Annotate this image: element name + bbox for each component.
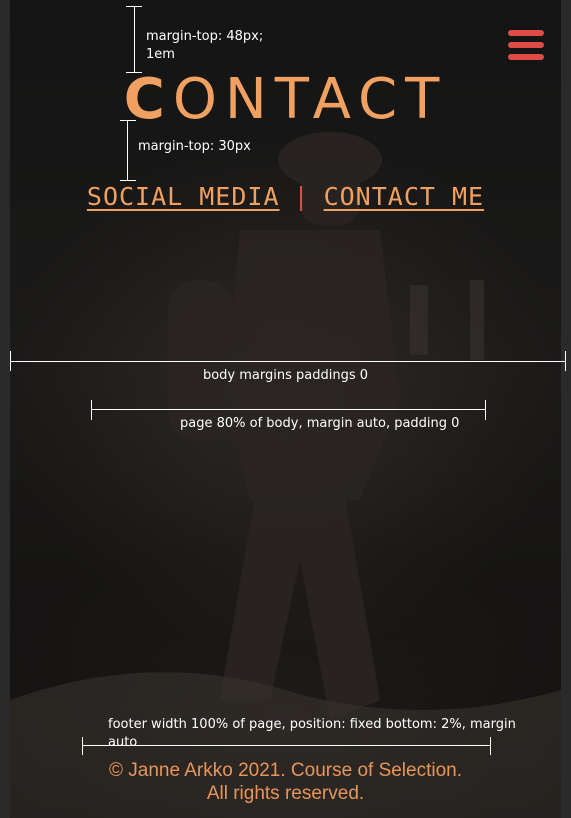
- page-width-tick-left: [91, 400, 92, 420]
- nav-separator: |: [293, 182, 310, 211]
- footer-copyright: © Janne Arkko 2021. Course of Selection.: [108, 760, 463, 781]
- nav-contact-me-link[interactable]: CONTACT ME: [324, 182, 485, 211]
- footer-note-line1: footer width 100% of page, position: fix…: [108, 717, 516, 732]
- body-width-line: [10, 361, 566, 362]
- hamburger-menu-icon[interactable]: [508, 30, 544, 60]
- page-title: CONTACT: [0, 70, 571, 130]
- footer-note-line2: auto: [108, 735, 138, 750]
- margin-top-30-tick-top: [120, 120, 136, 121]
- footer-width-tick-left: [82, 737, 83, 755]
- page-footer: © Janne Arkko 2021. Course of Selection.…: [0, 759, 571, 805]
- footer-width-line: [82, 745, 490, 746]
- page-title-rest: ONTACT: [172, 67, 448, 132]
- margin-top-48-bracket: [134, 6, 135, 72]
- section-nav: SOCIAL MEDIA | CONTACT ME: [0, 182, 571, 211]
- page-width-tick-right: [485, 400, 486, 420]
- menu-bar-bottom: [508, 54, 544, 60]
- margin-top-30-bracket: [127, 120, 128, 180]
- margin-top-48-tick-top: [126, 6, 142, 7]
- footer-rights: All rights reserved.: [206, 783, 365, 804]
- page-width-label: page 80% of body, margin auto, padding 0: [180, 416, 460, 431]
- margin-top-48-label: margin-top: 48px; 1em: [146, 29, 264, 62]
- page-title-first-letter: C: [123, 67, 173, 132]
- nav-social-media-link[interactable]: SOCIAL MEDIA: [87, 182, 280, 211]
- page-width-line: [91, 409, 485, 410]
- body-margins-label: body margins paddings 0: [202, 368, 369, 383]
- margin-top-30-label: margin-top: 30px: [138, 139, 251, 154]
- margin-top-30-tick-bottom: [120, 180, 136, 181]
- footer-width-tick-right: [490, 737, 491, 755]
- menu-bar-middle: [508, 42, 544, 48]
- menu-bar-top: [508, 30, 544, 36]
